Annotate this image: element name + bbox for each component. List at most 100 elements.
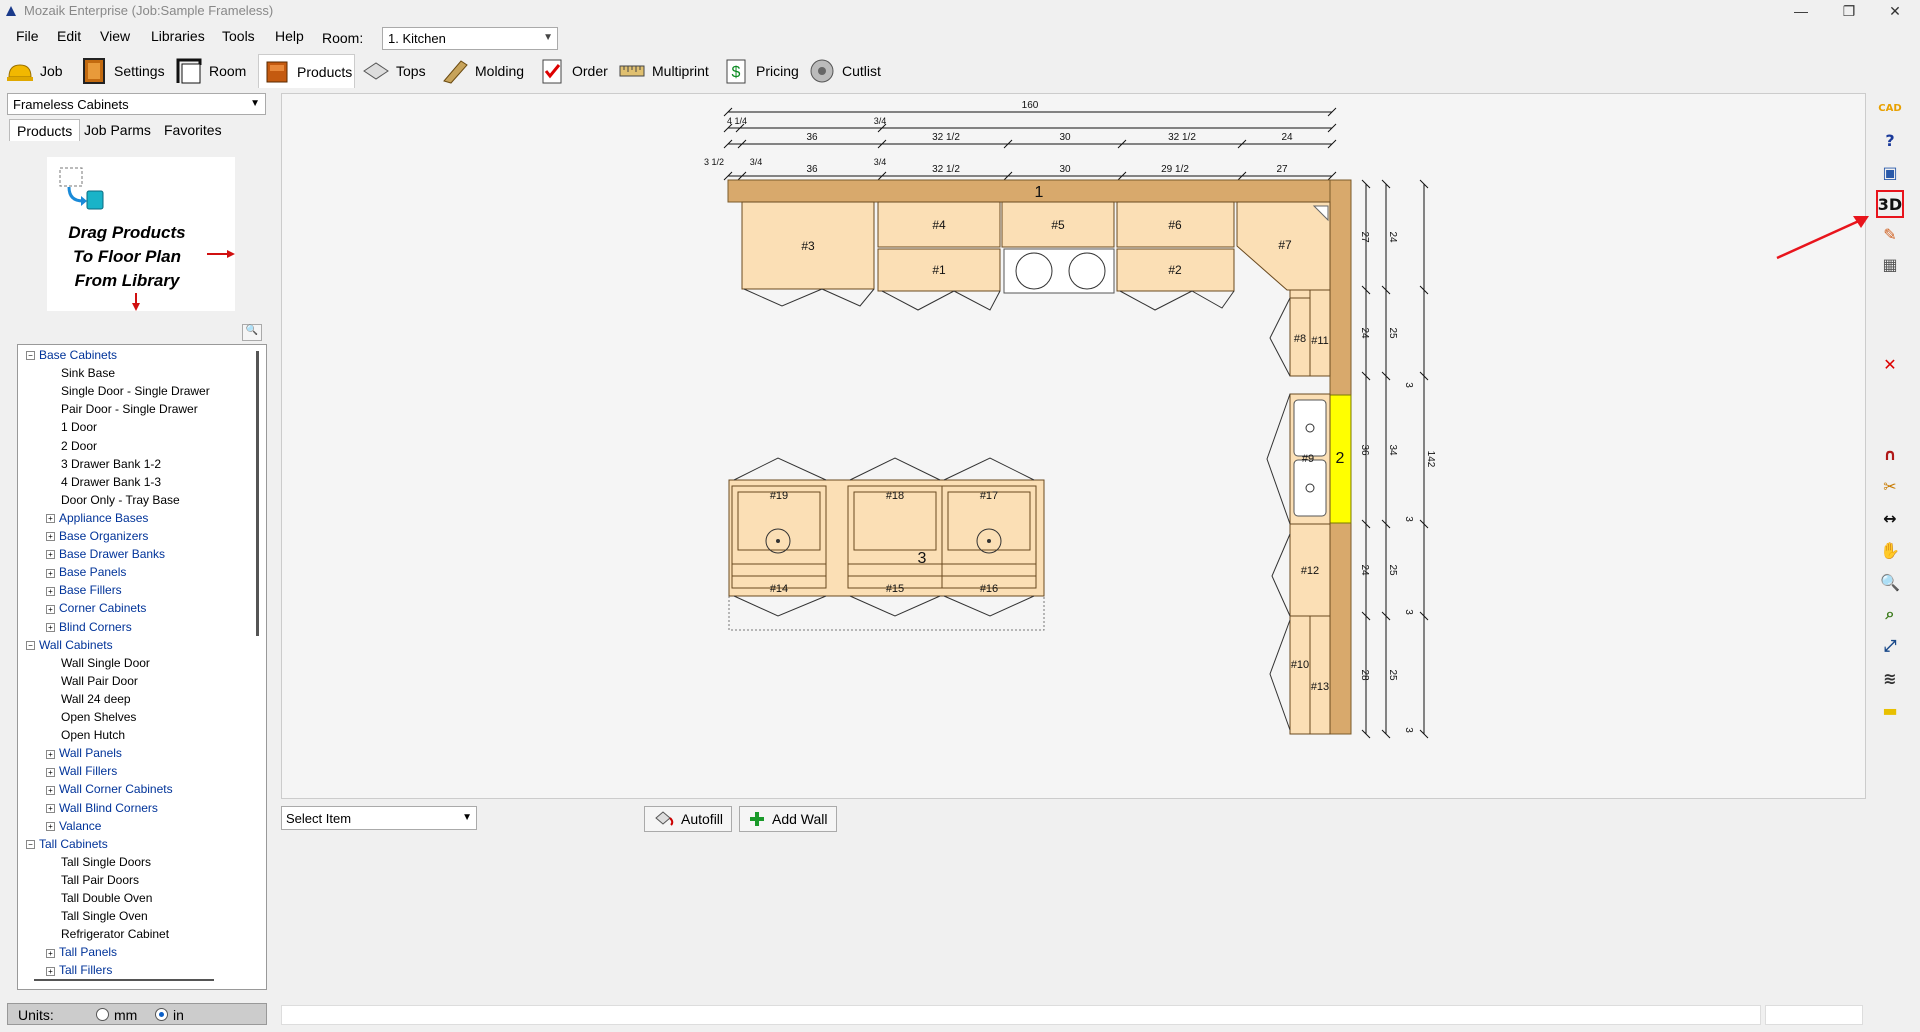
restore-button[interactable]: ❐	[1826, 0, 1872, 22]
expand-icon[interactable]: +	[46, 767, 55, 777]
add-wall-button[interactable]: Add Wall	[739, 806, 837, 832]
toolbar-pricing[interactable]: $ Pricing	[722, 54, 799, 88]
tree-group[interactable]: + Base Drawer Banks	[46, 546, 165, 562]
tree-item[interactable]: Refrigerator Cabinet	[61, 926, 169, 942]
tree-item[interactable]: Wall Pair Door	[61, 673, 138, 689]
toolbar-job[interactable]: Job	[6, 54, 63, 88]
tree-item[interactable]: Open Hutch	[61, 727, 125, 743]
collapse-icon[interactable]: −	[26, 640, 35, 650]
units-in-radio[interactable]	[155, 1008, 168, 1021]
expand-icon[interactable]: +	[46, 803, 55, 813]
tree-group[interactable]: + Base Panels	[46, 564, 126, 580]
expand-icon[interactable]: +	[46, 622, 55, 632]
expand-icon[interactable]: +	[46, 821, 55, 831]
eraser-tool-button[interactable]: ✎	[1876, 220, 1904, 248]
toolbar-products[interactable]: Products	[258, 54, 355, 88]
menu-libraries[interactable]: Libraries	[151, 28, 205, 44]
tree-item[interactable]: Tall Single Oven	[61, 908, 148, 924]
tree-group[interactable]: + Wall Corner Cabinets	[46, 781, 173, 797]
category-select[interactable]: Frameless Cabinets ▼	[7, 93, 266, 115]
expand-icon[interactable]: +	[46, 586, 55, 596]
tree-group[interactable]: + Valance	[46, 818, 101, 834]
zoom-extents-tool-button[interactable]: ⤢	[1876, 632, 1904, 660]
close-button[interactable]: ✕	[1872, 0, 1918, 22]
tree-vertical-scrollbar[interactable]	[256, 351, 259, 636]
menu-help[interactable]: Help	[275, 28, 304, 44]
tree-group[interactable]: + Blind Corners	[46, 619, 132, 635]
tree-item[interactable]: 4 Drawer Bank 1-3	[61, 474, 161, 490]
expand-icon[interactable]: +	[46, 966, 55, 976]
tree-item[interactable]: Open Shelves	[61, 709, 136, 725]
tree-item[interactable]: Pair Door - Single Drawer	[61, 401, 198, 417]
tree-item[interactable]: Door Only - Tray Base	[61, 492, 180, 508]
tree-item[interactable]: 3 Drawer Bank 1-2	[61, 456, 161, 472]
delete-tool-button[interactable]: ✕	[1876, 350, 1904, 378]
toolbar-order[interactable]: Order	[538, 54, 608, 88]
tree-group[interactable]: + Wall Blind Corners	[46, 800, 158, 816]
expand-icon[interactable]: +	[46, 532, 55, 542]
tree-item[interactable]: Tall Double Oven	[61, 890, 152, 906]
expand-icon[interactable]: +	[46, 749, 55, 759]
magnet-tool-button[interactable]: ∩	[1876, 440, 1904, 468]
floor-plan-drawing[interactable]: 160 4 1/4 3/4 36 32 1/2 30 32 1/2 24 3 1/2 3/4 3/4…	[282, 94, 1867, 800]
tree-horizontal-scrollbar[interactable]	[34, 979, 214, 981]
grid-tool-button[interactable]: ▦	[1876, 250, 1904, 278]
layers-tool-button[interactable]: ≋	[1876, 664, 1904, 692]
toolbar-settings[interactable]: Settings	[80, 54, 165, 88]
tab-favorites[interactable]: Favorites	[157, 119, 229, 141]
menu-view[interactable]: View	[100, 28, 130, 44]
tab-products[interactable]: Products	[9, 119, 81, 141]
menu-edit[interactable]: Edit	[57, 28, 81, 44]
tree-item[interactable]: Tall Pair Doors	[61, 872, 139, 888]
help-tool-button[interactable]: ?	[1876, 126, 1904, 154]
units-mm-radio[interactable]	[96, 1008, 109, 1021]
tree-group[interactable]: + Tall Fillers	[46, 962, 112, 978]
tree-group[interactable]: + Corner Cabinets	[46, 600, 146, 616]
tree-search-button[interactable]: 🔍	[242, 324, 262, 341]
hand-tool-button[interactable]: ✋	[1876, 536, 1904, 564]
tree-group[interactable]: + Wall Fillers	[46, 763, 117, 779]
tab-job-parms[interactable]: Job Parms	[77, 119, 158, 141]
zoom-tool-button[interactable]: 🔍	[1876, 568, 1904, 596]
floor-plan-canvas[interactable]: 160 4 1/4 3/4 36 32 1/2 30 32 1/2 24 3 1/2 3/4 3/4…	[281, 93, 1866, 799]
tree-item[interactable]: Wall Single Door	[61, 655, 150, 671]
tree-group[interactable]: + Tall Panels	[46, 944, 117, 960]
tree-category[interactable]: − Base Cabinets	[26, 347, 117, 363]
product-tree[interactable]: − Base Cabinets Sink Base Single Door - Sin…	[17, 344, 267, 990]
collapse-icon[interactable]: −	[26, 840, 35, 850]
tools-tool-button[interactable]: ✂	[1876, 472, 1904, 500]
tree-group[interactable]: + Appliance Bases	[46, 510, 148, 526]
toolbar-room[interactable]: Room	[175, 54, 246, 88]
expand-icon[interactable]: +	[46, 514, 55, 524]
tree-category[interactable]: − Tall Cabinets	[26, 836, 108, 852]
room-select[interactable]: 1. Kitchen ▼	[382, 27, 558, 50]
toolbar-cutlist[interactable]: Cutlist	[808, 54, 881, 88]
view-3d-tool-button[interactable]: 3D	[1876, 190, 1904, 218]
expand-icon[interactable]: +	[46, 568, 55, 578]
select-item-dropdown[interactable]: Select Item ▼	[281, 806, 477, 830]
dimension-tool-button[interactable]: ↔	[1876, 504, 1904, 532]
collapse-icon[interactable]: −	[26, 351, 35, 361]
note-tool-button[interactable]: ▬	[1876, 696, 1904, 724]
tree-item[interactable]: 2 Door	[61, 438, 97, 454]
expand-icon[interactable]: +	[46, 948, 55, 958]
expand-icon[interactable]: +	[46, 785, 55, 795]
menu-tools[interactable]: Tools	[222, 28, 255, 44]
expand-icon[interactable]: +	[46, 550, 55, 560]
menu-file[interactable]: File	[16, 28, 39, 44]
tree-item[interactable]: Sink Base	[61, 365, 115, 381]
minimize-button[interactable]: —	[1778, 0, 1824, 22]
expand-icon[interactable]: +	[46, 604, 55, 614]
toolbar-multiprint[interactable]: Multiprint	[618, 54, 709, 88]
autofill-button[interactable]: Autofill	[644, 806, 733, 832]
cad-tool-button[interactable]: CAD	[1876, 94, 1904, 122]
tree-item[interactable]: Single Door - Single Drawer	[61, 383, 210, 399]
tree-group[interactable]: + Base Organizers	[46, 528, 148, 544]
toolbar-molding[interactable]: Molding	[441, 54, 524, 88]
toolbar-tops[interactable]: Tops	[362, 54, 426, 88]
tree-group[interactable]: + Base Fillers	[46, 582, 122, 598]
tree-item[interactable]: Wall 24 deep	[61, 691, 131, 707]
tree-item[interactable]: 1 Door	[61, 419, 97, 435]
tree-category[interactable]: − Wall Cabinets	[26, 637, 113, 653]
tree-item[interactable]: Tall Single Doors	[61, 854, 151, 870]
